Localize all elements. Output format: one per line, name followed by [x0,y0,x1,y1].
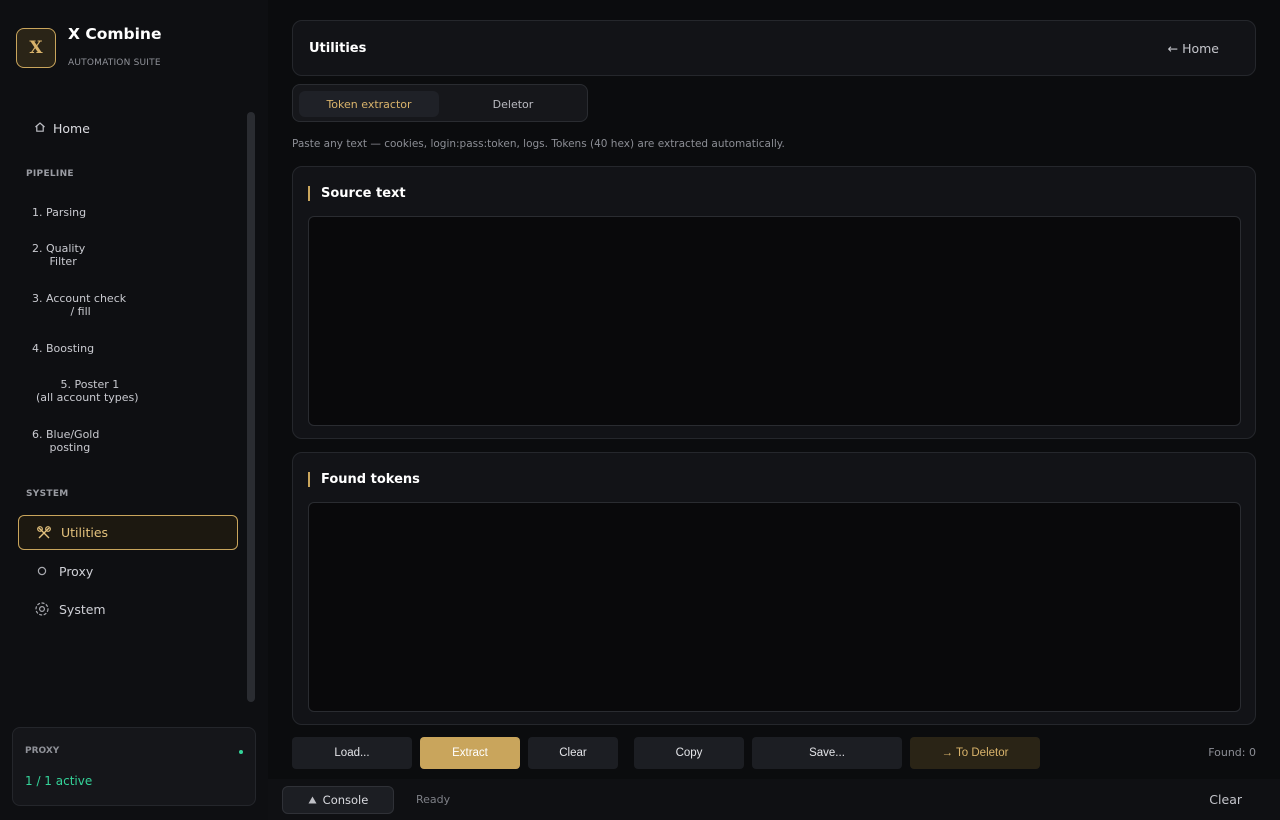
save-button[interactable]: Save... [752,737,902,769]
sidebar-item-proxy[interactable]: Proxy [34,561,93,581]
status-text: Ready [416,793,451,806]
proxy-status-card: PROXY 1 / 1 active [12,727,256,806]
found-tokens-output[interactable] [308,502,1241,712]
sidebar-item-parsing[interactable]: 1. Parsing [32,206,132,219]
load-button[interactable]: Load... [292,737,412,769]
home-link[interactable]: ← Home [1168,41,1219,56]
app-logo: X [16,28,56,68]
found-count: Found: 0 [1208,746,1256,759]
app-title: X Combine [68,25,162,43]
panel-title: Found tokens [308,472,420,487]
console-clear-button[interactable]: Clear [1209,792,1242,807]
sidebar-item-account-check[interactable]: 3. Account check / fill [32,292,132,318]
sidebar-item-home[interactable]: Home [34,118,90,138]
sidebar-item-blue-gold-posting[interactable]: 6. Blue/Gold posting [32,428,132,454]
page-header: Utilities ← Home [292,20,1256,76]
proxy-active-count: 1 / 1 active [25,774,93,788]
circle-icon [34,565,50,577]
section-label-system: SYSTEM [26,489,69,499]
status-bar: Console Ready Clear [268,779,1280,820]
app-subtitle: AUTOMATION SUITE [68,58,161,68]
status-dot-icon [239,750,243,754]
home-icon [34,121,46,136]
section-label-pipeline: PIPELINE [26,169,74,179]
sidebar-item-label: Home [53,120,90,136]
gear-icon [34,601,50,617]
page-title: Utilities [309,41,367,56]
found-tokens-panel: Found tokens [292,452,1256,725]
extract-button[interactable]: Extract [420,737,520,769]
sidebar-item-label: Utilities [61,525,109,540]
sidebar-item-boosting[interactable]: 4. Boosting [32,342,132,355]
tab-deletor[interactable]: Deletor [443,91,583,117]
proxy-card-label: PROXY [25,746,60,756]
tab-token-extractor[interactable]: Token extractor [299,91,439,117]
source-text-input[interactable] [308,216,1241,426]
console-label: Console [322,793,369,807]
sidebar: X X Combine AUTOMATION SUITE Home PIPELI… [0,0,268,820]
clear-button[interactable]: Clear [528,737,618,769]
sidebar-item-quality-filter[interactable]: 2. Quality Filter [32,242,132,268]
tools-icon [36,525,52,541]
triangle-up-icon [308,796,317,804]
console-toggle-button[interactable]: Console [282,786,394,814]
sidebar-item-utilities[interactable]: Utilities [18,515,238,550]
sidebar-item-label: Proxy [59,563,94,579]
instructions-text: Paste any text — cookies, login:pass:tok… [292,138,785,150]
sidebar-item-system[interactable]: System [34,599,106,619]
sidebar-scrollbar[interactable] [247,112,255,702]
copy-button[interactable]: Copy [634,737,744,769]
sidebar-item-label: System [59,601,106,617]
to-deletor-button[interactable]: → To Deletor [910,737,1040,769]
source-text-panel: Source text [292,166,1256,439]
panel-title: Source text [308,186,406,201]
utility-tabs: Token extractor Deletor [292,84,588,122]
sidebar-item-poster[interactable]: 5. Poster 1 (all account types) [36,378,146,404]
